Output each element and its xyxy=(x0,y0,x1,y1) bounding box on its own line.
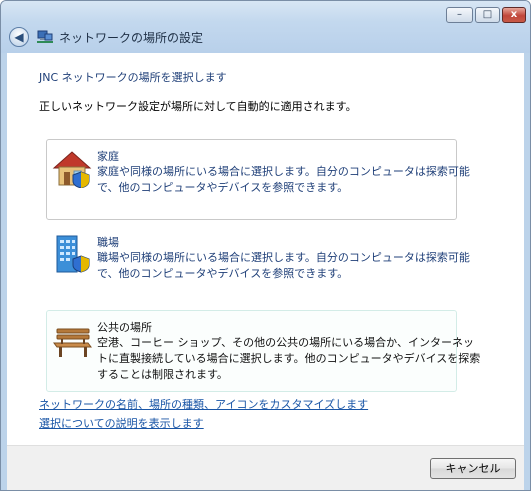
close-button[interactable]: x xyxy=(502,7,526,23)
option-work-title: 職場 xyxy=(97,236,119,249)
network-icon xyxy=(37,30,53,43)
office-building-icon xyxy=(56,235,90,273)
option-public[interactable]: 公共の場所 空港、コーヒー ショップ、その他の公共の場所にいる場合か、インターネ… xyxy=(46,310,480,392)
close-icon: x xyxy=(510,9,518,20)
minimize-icon: – xyxy=(457,9,462,20)
option-public-description: 空港、コーヒー ショップ、その他の公共の場所にいる場合か、インターネッ トに直製… xyxy=(97,336,481,381)
content-area: JNC ネットワークの場所を選択します 正しいネットワーク設定が場所に対して自動… xyxy=(7,53,524,445)
maximize-button[interactable]: □ xyxy=(475,7,500,23)
help-explanation-link[interactable]: 選択についての説明を表示します xyxy=(39,415,204,431)
customize-network-link[interactable]: ネットワークの名前、場所の種類、アイコンをカスタマイズします xyxy=(39,396,368,412)
window-title: ネットワークの場所の設定 xyxy=(59,31,204,45)
page-heading: JNC ネットワークの場所を選択します xyxy=(39,71,227,84)
minimize-button[interactable]: – xyxy=(446,7,473,23)
option-home[interactable]: 家庭 家庭や同様の場所にいる場合に選択します。自分のコンピュータは探索可能 で、… xyxy=(46,139,470,220)
house-icon xyxy=(52,151,92,188)
park-bench-icon xyxy=(53,328,92,357)
option-home-description: 家庭や同様の場所にいる場合に選択します。自分のコンピュータは探索可能 で、他のコ… xyxy=(97,165,470,194)
cancel-button[interactable]: キャンセル xyxy=(430,458,516,479)
dialog-window: – □ x ◀ ネットワークの場所の設定 JNC ネットワークの場所を選択します… xyxy=(0,0,531,491)
back-button[interactable]: ◀ xyxy=(9,27,29,47)
option-work[interactable]: 職場 職場や同様の場所にいる場合に選択します。自分のコンピュータは探索可能 で、… xyxy=(46,225,470,305)
option-work-description: 職場や同様の場所にいる場合に選択します。自分のコンピュータは探索可能 で、他のコ… xyxy=(97,251,470,280)
intro-text: 正しいネットワーク設定が場所に対して自動的に適用されます。 xyxy=(39,100,357,113)
maximize-icon: □ xyxy=(482,9,493,20)
option-public-title: 公共の場所 xyxy=(97,321,152,334)
dialog-footer: キャンセル xyxy=(7,445,524,490)
option-home-title: 家庭 xyxy=(97,150,119,163)
title-bar[interactable]: – □ x ◀ ネットワークの場所の設定 xyxy=(1,1,530,53)
back-arrow-icon: ◀ xyxy=(14,30,24,44)
